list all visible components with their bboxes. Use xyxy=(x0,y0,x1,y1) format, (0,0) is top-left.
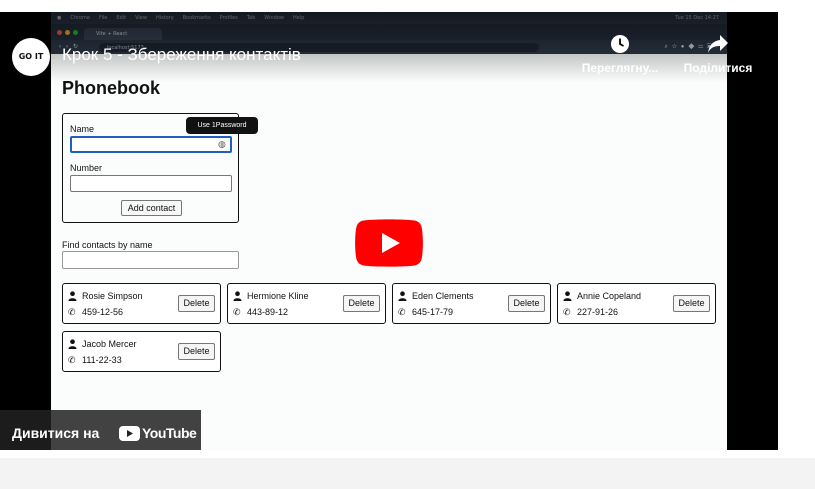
delete-button[interactable]: Delete xyxy=(673,295,710,312)
filter-label: Find contacts by name xyxy=(62,240,153,250)
mac-menubar: ● Chrome File Edit View History Bookmark… xyxy=(51,12,727,24)
contact-name: Rosie Simpson xyxy=(82,291,143,301)
contact-name: Jacob Mercer xyxy=(82,339,137,349)
contact-number: 459-12-56 xyxy=(82,307,124,317)
contact-name: Annie Copeland xyxy=(577,291,642,301)
page: ● Chrome File Edit View History Bookmark… xyxy=(0,0,815,489)
contact-name: Hermione Kline xyxy=(247,291,309,301)
menubar-clock: Tue 15 Dec 14:27 xyxy=(675,15,719,21)
add-contact-button[interactable]: Add contact xyxy=(121,200,182,216)
phone-icon: ✆ xyxy=(68,355,76,365)
phone-icon: ✆ xyxy=(563,307,571,317)
menubar-item: View xyxy=(135,15,147,21)
phone-icon: ✆ xyxy=(68,307,76,317)
play-button-icon[interactable] xyxy=(355,219,423,267)
menubar-item: Help xyxy=(293,15,305,21)
close-window-icon xyxy=(57,30,62,35)
contact-number: 227-91-26 xyxy=(577,307,619,317)
1password-icon[interactable]: ◍ xyxy=(218,139,226,150)
contact-number: 111-22-33 xyxy=(82,355,122,365)
menubar-item: Profiles xyxy=(219,15,238,21)
person-icon xyxy=(68,339,77,349)
delete-button[interactable]: Delete xyxy=(508,295,545,312)
youtube-brand: YouTube xyxy=(142,425,197,441)
watch-on-label: Дивитися на xyxy=(12,425,100,441)
menubar-item: History xyxy=(155,15,174,21)
name-label: Name xyxy=(70,124,95,134)
menubar-item: File xyxy=(99,15,108,21)
menubar-item: Chrome xyxy=(70,15,90,21)
youtube-logo-icon xyxy=(119,426,140,441)
watch-on-youtube-button[interactable]: Дивитися на YouTube xyxy=(0,410,201,450)
filter-input[interactable] xyxy=(62,251,239,269)
number-label: Number xyxy=(70,163,103,173)
menubar-item: Edit xyxy=(116,15,127,21)
delete-button[interactable]: Delete xyxy=(343,295,380,312)
share-button[interactable]: Поділитися xyxy=(674,34,762,75)
watch-later-label: Переглягну... xyxy=(581,61,659,75)
channel-avatar[interactable]: GO IT xyxy=(12,38,50,76)
contact-name: Eden Clements xyxy=(412,291,474,301)
contact-card: Hermione Kline ✆ 443-89-12 Delete xyxy=(227,283,386,324)
clock-icon xyxy=(611,35,629,53)
contact-number: 645-17-79 xyxy=(412,307,454,317)
contact-card: Jacob Mercer ✆ 111-22-33 Delete xyxy=(62,331,221,372)
menubar-item: Tab xyxy=(246,15,256,21)
person-icon xyxy=(563,291,572,301)
menubar-item: Window xyxy=(264,15,285,21)
contact-card: Rosie Simpson ✆ 459-12-56 Delete xyxy=(62,283,221,324)
phone-icon: ✆ xyxy=(233,307,241,317)
browser-tab: Vite + React xyxy=(84,28,162,40)
person-icon xyxy=(233,291,242,301)
contact-card: Annie Copeland ✆ 227-91-26 Delete xyxy=(557,283,716,324)
name-input[interactable] xyxy=(70,136,232,153)
password-tooltip: Use 1Password xyxy=(186,117,258,134)
contact-card: Eden Clements ✆ 645-17-79 Delete xyxy=(392,283,551,324)
menubar-item: Bookmarks xyxy=(182,15,211,21)
minimize-window-icon xyxy=(65,30,70,35)
share-icon xyxy=(708,35,728,53)
person-icon xyxy=(68,291,77,301)
page-title: Phonebook xyxy=(62,78,160,98)
person-icon xyxy=(398,291,407,301)
zoom-window-icon xyxy=(73,30,78,35)
page-footer-strip xyxy=(0,458,815,489)
watch-later-button[interactable]: Переглягну... xyxy=(576,34,664,75)
video-title[interactable]: Крок 5 - Збереження контактів xyxy=(62,45,301,65)
phone-icon: ✆ xyxy=(398,307,406,317)
number-input[interactable] xyxy=(70,175,232,192)
share-label: Поділитися xyxy=(683,61,753,75)
delete-button[interactable]: Delete xyxy=(178,295,215,312)
youtube-player[interactable]: ● Chrome File Edit View History Bookmark… xyxy=(0,12,778,450)
contact-number: 443-89-12 xyxy=(247,307,289,317)
apple-icon: ● xyxy=(57,15,62,21)
delete-button[interactable]: Delete xyxy=(178,343,215,360)
